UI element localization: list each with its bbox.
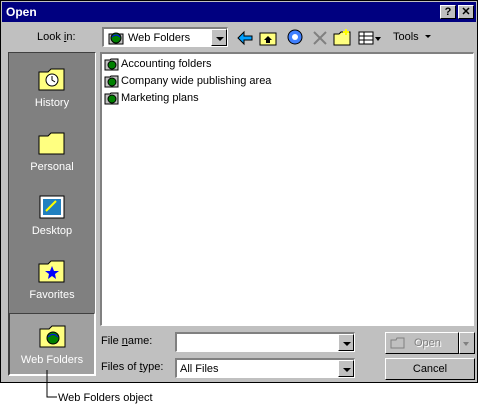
- open-folder-icon: [390, 337, 405, 349]
- file-name: Company wide publishing area: [121, 75, 272, 87]
- file-name: Accounting folders: [121, 58, 212, 70]
- up-one-level-icon[interactable]: [257, 27, 279, 49]
- chevron-down-icon: [424, 35, 431, 38]
- views-dropdown-icon[interactable]: [373, 27, 385, 49]
- desktop-icon: [39, 195, 65, 219]
- look-in-dropdown-arrow[interactable]: [211, 29, 227, 46]
- tools-menu[interactable]: Tools: [393, 31, 432, 43]
- files-of-type-value: All Files: [180, 363, 219, 375]
- favorites-icon: [38, 260, 65, 283]
- back-arrow-icon[interactable]: [234, 27, 256, 49]
- look-in-dropdown[interactable]: Web Folders: [102, 27, 228, 47]
- place-favorites[interactable]: Favorites: [9, 249, 95, 311]
- open-dialog: Open ? ✕ Look in: Web Folders Tools Hist…: [0, 0, 478, 383]
- file-list[interactable]: Accounting folders Company wide publishi…: [100, 52, 474, 326]
- place-label: Favorites: [29, 289, 75, 301]
- place-personal[interactable]: Personal: [9, 121, 95, 183]
- search-web-icon[interactable]: [285, 27, 307, 49]
- web-folder-icon: [104, 75, 119, 88]
- web-folder-icon: [108, 32, 124, 45]
- place-history[interactable]: History: [9, 57, 95, 119]
- history-icon: [38, 68, 65, 91]
- look-in-value: Web Folders: [128, 32, 191, 44]
- open-button[interactable]: Open: [385, 332, 459, 354]
- personal-folder-icon: [38, 132, 65, 155]
- place-label: Desktop: [31, 225, 73, 237]
- web-folders-icon: [39, 325, 66, 348]
- callout-label: Web Folders object: [58, 392, 153, 404]
- dialog-title: Open: [6, 5, 37, 19]
- web-folder-icon: [104, 58, 119, 71]
- file-name-dropdown-arrow[interactable]: [338, 334, 354, 351]
- delete-icon[interactable]: [309, 27, 331, 49]
- file-name-input[interactable]: [175, 332, 355, 352]
- help-button[interactable]: ?: [440, 5, 456, 19]
- chevron-down-icon: [463, 342, 469, 346]
- open-button-label: Open: [414, 337, 441, 349]
- places-bar: History Personal Desktop Favorites Web F…: [8, 52, 96, 376]
- files-of-type-dropdown-arrow[interactable]: [338, 360, 354, 377]
- close-button[interactable]: ✕: [458, 5, 474, 19]
- tools-label: Tools: [393, 31, 419, 43]
- web-folder-icon: [104, 92, 119, 105]
- look-in-label: Look in:: [37, 31, 76, 43]
- cancel-button[interactable]: Cancel: [385, 358, 475, 380]
- place-label: History: [34, 97, 70, 109]
- new-folder-icon[interactable]: [332, 27, 354, 49]
- place-web-folders[interactable]: Web Folders: [9, 313, 95, 375]
- callout-line: [46, 370, 57, 398]
- file-name-label: File name:: [101, 335, 153, 347]
- place-desktop[interactable]: Desktop: [9, 185, 95, 247]
- files-of-type-select[interactable]: All Files: [175, 358, 355, 378]
- open-options-dropdown[interactable]: [459, 332, 475, 354]
- place-label: Web Folders: [20, 354, 84, 366]
- files-of-type-label: Files of type:: [101, 361, 164, 373]
- file-name: Marketing plans: [121, 92, 199, 104]
- title-bar: Open ? ✕: [2, 2, 476, 22]
- place-label: Personal: [30, 161, 74, 173]
